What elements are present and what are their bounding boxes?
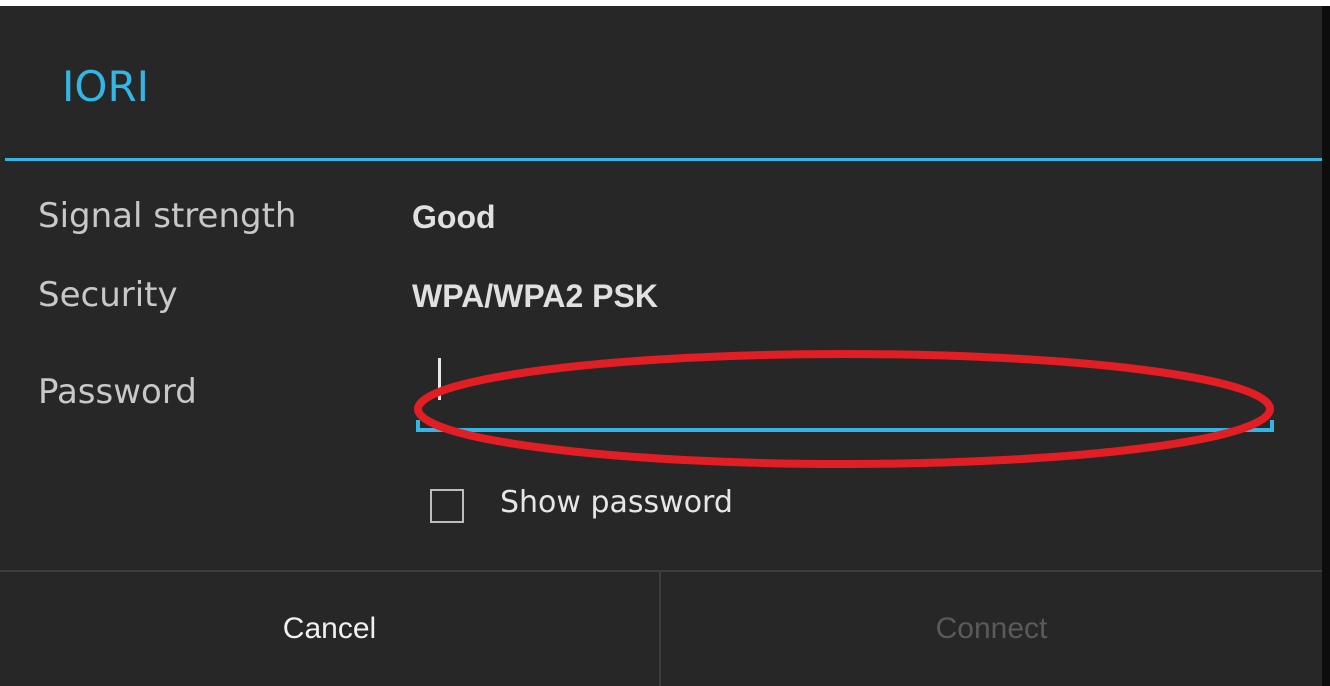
dialog-shadow-edge bbox=[1322, 6, 1330, 686]
connect-button[interactable]: Connect bbox=[661, 572, 1322, 686]
cancel-button[interactable]: Cancel bbox=[0, 572, 659, 686]
password-input[interactable] bbox=[416, 352, 1274, 432]
signal-strength-label: Signal strength bbox=[38, 196, 297, 236]
password-input-underline-end bbox=[1270, 420, 1274, 432]
security-label: Security bbox=[38, 275, 178, 315]
title-divider bbox=[5, 158, 1322, 161]
password-label: Password bbox=[38, 372, 197, 412]
show-password-label[interactable]: Show password bbox=[500, 488, 733, 518]
password-input-underline-start bbox=[416, 420, 420, 432]
show-password-checkbox[interactable] bbox=[430, 489, 464, 523]
password-input-underline bbox=[416, 428, 1274, 432]
text-caret bbox=[438, 358, 441, 400]
dialog-title: IORI bbox=[62, 62, 150, 111]
security-value: WPA/WPA2 PSK bbox=[412, 278, 658, 314]
signal-strength-value: Good bbox=[412, 199, 496, 235]
